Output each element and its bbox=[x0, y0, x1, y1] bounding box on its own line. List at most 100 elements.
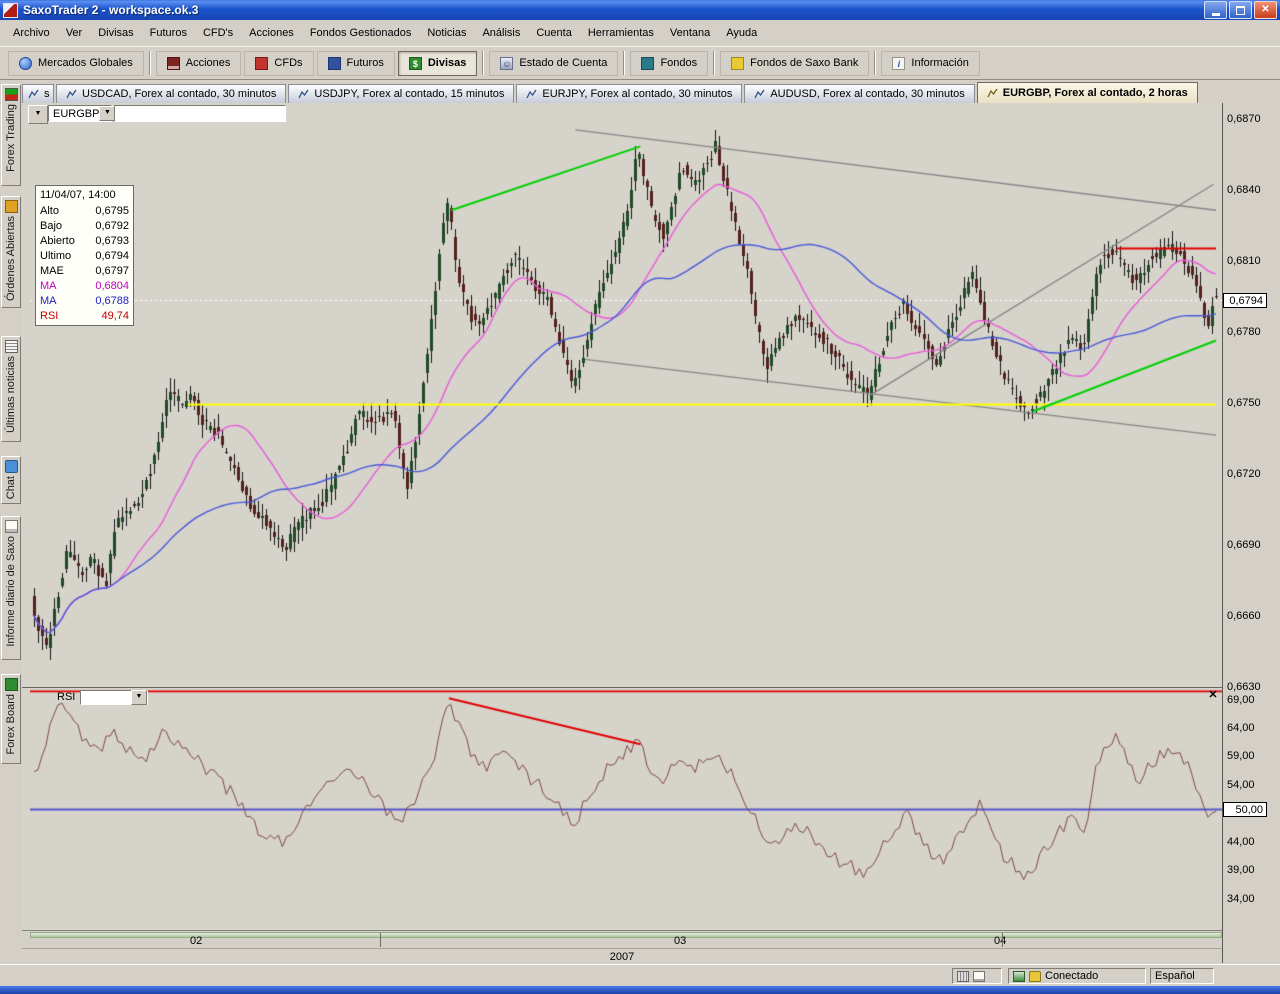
toolbar-separator bbox=[713, 51, 715, 75]
menu-item-futuros[interactable]: Futuros bbox=[142, 24, 195, 42]
time-axis-year-row: 2007 bbox=[22, 948, 1222, 963]
toolbar-futuros-button[interactable]: Futuros bbox=[317, 51, 395, 76]
tooltip-row-bajo: Bajo0,6792 bbox=[36, 219, 133, 234]
tooltip-row-abierto: Abierto0,6793 bbox=[36, 234, 133, 249]
toolbar-acciones-button[interactable]: Acciones bbox=[156, 51, 242, 76]
price-axis-label: 0,6690 bbox=[1227, 539, 1261, 551]
rsi-axis-label: 69,00 bbox=[1227, 694, 1255, 706]
window-title: SaxoTrader 2 - workspace.ok.3 bbox=[23, 3, 1204, 17]
status-tools-panel bbox=[952, 968, 1002, 984]
toolbar-informacion-button[interactable]: Información bbox=[881, 51, 979, 76]
connection-icon bbox=[1013, 971, 1025, 982]
toolbar-estado-de-cuenta-button[interactable]: Estado de Cuenta bbox=[489, 51, 618, 76]
menu-item-cfds[interactable]: CFD's bbox=[195, 24, 241, 42]
stocks-icon bbox=[167, 57, 180, 70]
menu-bar: Archivo Ver Divisas Futuros CFD's Accion… bbox=[0, 20, 1280, 47]
rsi-indicator-label: RSI bbox=[57, 691, 75, 703]
menu-item-herramientas[interactable]: Herramientas bbox=[580, 24, 662, 42]
connection-status: Conectado bbox=[1045, 970, 1098, 982]
funds-icon bbox=[641, 57, 654, 70]
toolbar-cfds-button[interactable]: CFDs bbox=[244, 51, 313, 76]
forex-board-icon bbox=[5, 678, 18, 691]
tooltip-row-ma1: MA0,6804 bbox=[36, 279, 133, 294]
rsi-close-icon[interactable] bbox=[1206, 689, 1220, 703]
sidebar-item-forex-board[interactable]: Forex Board bbox=[1, 674, 21, 764]
rsi-axis-label: 34,00 bbox=[1227, 893, 1255, 905]
time-axis-label: 02 bbox=[190, 935, 202, 947]
menu-item-archivo[interactable]: Archivo bbox=[5, 24, 58, 42]
tab-audusd[interactable]: AUDUSD, Forex al contado, 30 minutos bbox=[744, 84, 974, 103]
minimize-button[interactable] bbox=[1204, 1, 1227, 19]
toolbar-separator bbox=[149, 51, 151, 75]
time-axis-label: 03 bbox=[674, 935, 686, 947]
time-axis-tick bbox=[1002, 933, 1003, 947]
rsi-axis-label: 64,00 bbox=[1227, 722, 1255, 734]
status-connection-panel: Conectado bbox=[1008, 968, 1146, 984]
lock-icon bbox=[1029, 971, 1041, 982]
rsi-axis-label: 39,00 bbox=[1227, 864, 1255, 876]
rsi-axis-label: 54,00 bbox=[1227, 779, 1255, 791]
tab-usdcad[interactable]: USDCAD, Forex al contado, 30 minutos bbox=[56, 84, 286, 103]
rsi-axis: 69,0064,0059,0054,0044,0039,0034,00 bbox=[1227, 0, 1279, 930]
sidebar-item-chat[interactable]: Chat bbox=[1, 456, 21, 504]
menu-item-ayuda[interactable]: Ayuda bbox=[718, 24, 765, 42]
main-chart-canvas[interactable] bbox=[30, 118, 1222, 686]
tab-usdjpy[interactable]: USDJPY, Forex al contado, 15 minutos bbox=[288, 84, 514, 103]
close-button[interactable] bbox=[1254, 1, 1277, 19]
globe-icon bbox=[19, 57, 32, 70]
menu-item-ventana[interactable]: Ventana bbox=[662, 24, 718, 42]
rsi-axis-label: 44,00 bbox=[1227, 836, 1255, 848]
price-axis: 0,68700,68400,68100,67800,67500,67200,66… bbox=[1227, 0, 1279, 930]
window-bottom-border bbox=[0, 986, 1280, 994]
chart-line-icon bbox=[987, 88, 998, 99]
chart-tab-strip: s USDCAD, Forex al contado, 30 minutos U… bbox=[0, 80, 1280, 103]
toolbar-separator bbox=[874, 51, 876, 75]
menu-item-analisis[interactable]: Análisis bbox=[474, 24, 528, 42]
time-axis-tick bbox=[380, 933, 381, 947]
menu-item-acciones[interactable]: Acciones bbox=[241, 24, 302, 42]
status-bar: Conectado Español bbox=[0, 964, 1280, 986]
toolbar-mercados-globales-button[interactable]: Mercados Globales bbox=[8, 51, 144, 76]
price-axis-label: 0,6780 bbox=[1227, 326, 1261, 338]
chart-tab-overflow[interactable]: s bbox=[22, 84, 54, 103]
price-axis-label: 0,6630 bbox=[1227, 681, 1261, 693]
tooltip-row-rsi: RSI49,74 bbox=[36, 309, 133, 324]
tab-eurjpy[interactable]: EURJPY, Forex al contado, 30 minutos bbox=[516, 84, 742, 103]
toolbar-divisas-button[interactable]: Divisas bbox=[398, 51, 478, 76]
sidebar-item-ultimas-noticias[interactable]: Últimas noticias bbox=[1, 336, 21, 442]
menu-item-fondos-gestionados[interactable]: Fondos Gestionados bbox=[302, 24, 420, 42]
menu-item-noticias[interactable]: Noticias bbox=[419, 24, 474, 42]
status-language-panel[interactable]: Español bbox=[1150, 968, 1214, 984]
account-icon bbox=[500, 57, 513, 70]
daily-report-icon bbox=[5, 520, 18, 533]
menu-item-ver[interactable]: Ver bbox=[58, 24, 91, 42]
chart-line-icon bbox=[66, 89, 77, 100]
language-label: Español bbox=[1155, 970, 1195, 982]
chart-line-icon bbox=[526, 89, 537, 100]
tab-eurgbp-active[interactable]: EURGBP, Forex al contado, 2 horas bbox=[977, 82, 1198, 103]
sidebar-item-informe-diario[interactable]: Informe diario de Saxo bbox=[1, 516, 21, 660]
toolbar-fondos-button[interactable]: Fondos bbox=[630, 51, 708, 76]
chart-line-icon bbox=[28, 89, 39, 100]
sidebar-item-ordenes-abiertas[interactable]: Órdenes Abiertas bbox=[1, 196, 21, 308]
document-icon bbox=[973, 971, 985, 982]
rsi-chart-canvas[interactable] bbox=[30, 688, 1222, 928]
chart-line-icon bbox=[754, 89, 765, 100]
forex-icon bbox=[409, 57, 422, 70]
chevron-down-icon[interactable] bbox=[131, 690, 147, 705]
menu-item-cuenta[interactable]: Cuenta bbox=[528, 24, 579, 42]
price-axis-label: 0,6750 bbox=[1227, 397, 1261, 409]
rsi-level-badge: 50,00 bbox=[1223, 802, 1267, 817]
restore-button[interactable] bbox=[1229, 1, 1252, 19]
time-scrollbar[interactable] bbox=[30, 932, 1222, 938]
chat-icon bbox=[5, 460, 18, 473]
app-icon bbox=[3, 3, 18, 18]
rsi-settings-combo[interactable] bbox=[80, 690, 148, 705]
price-axis-divider bbox=[1222, 103, 1223, 963]
open-orders-icon bbox=[5, 200, 18, 213]
toolbar-fondos-saxo-button[interactable]: Fondos de Saxo Bank bbox=[720, 51, 869, 76]
sidebar-item-forex-trading[interactable]: Forex Trading bbox=[1, 84, 21, 186]
menu-item-divisas[interactable]: Divisas bbox=[90, 24, 141, 42]
toolbar-separator bbox=[623, 51, 625, 75]
cfd-icon bbox=[255, 57, 268, 70]
